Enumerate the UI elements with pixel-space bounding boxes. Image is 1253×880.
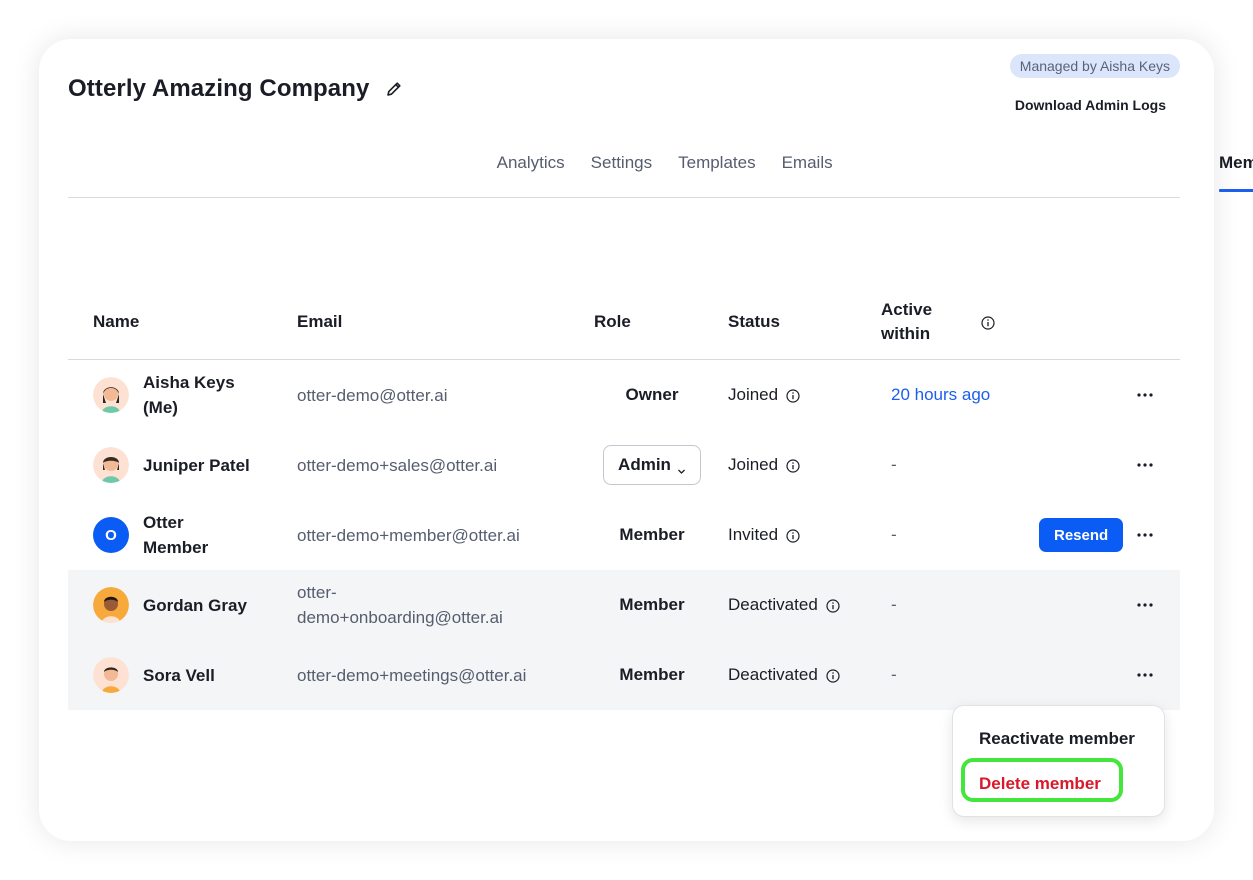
managed-by-badge: Managed by Aisha Keys: [1009, 54, 1180, 78]
member-name-line1: Otter: [143, 513, 184, 532]
member-status: Joined: [728, 360, 800, 430]
avatar: [93, 377, 129, 413]
column-role: Role: [594, 312, 631, 331]
member-name-line2: (Me): [143, 398, 178, 417]
member-status: Deactivated: [728, 640, 840, 710]
info-icon[interactable]: [826, 668, 840, 683]
tab-emails[interactable]: Emails: [782, 153, 833, 192]
reactivate-member-menu-item[interactable]: Reactivate member: [979, 729, 1135, 749]
member-name: Otter Member: [143, 500, 273, 570]
member-email: otter-demo+member@otter.ai: [297, 525, 520, 545]
member-role: Member: [619, 595, 685, 614]
tab-settings[interactable]: Settings: [591, 153, 652, 192]
avatar: O: [93, 517, 129, 553]
more-horizontal-icon[interactable]: [1135, 455, 1155, 475]
member-context-menu: Reactivate member Delete member: [952, 705, 1165, 817]
member-status-text: Joined: [728, 385, 779, 404]
member-status-text: Joined: [728, 455, 779, 474]
member-role: Member: [619, 525, 685, 544]
resend-invite-button[interactable]: Resend: [1039, 518, 1124, 552]
column-active-within: Active within: [881, 298, 932, 346]
pencil-icon[interactable]: [385, 80, 403, 98]
member-status-text: Deactivated: [728, 595, 818, 614]
tab-bar: Members Analytics Settings Templates Ema…: [396, 153, 1253, 192]
column-email: Email: [297, 312, 343, 331]
member-status: Invited: [728, 500, 800, 570]
tabs-divider: [68, 197, 1180, 198]
member-email: otter-demo+meetings@otter.ai: [297, 665, 527, 685]
member-name: Juniper Patel: [143, 455, 250, 475]
member-email: otter-demo+sales@otter.ai: [297, 455, 498, 475]
tab-templates[interactable]: Templates: [678, 153, 755, 192]
table-row: Aisha Keys (Me) otter-demo@otter.ai Owner…: [68, 360, 1180, 430]
more-horizontal-icon[interactable]: [1135, 665, 1155, 685]
member-name: Gordan Gray: [143, 595, 247, 615]
member-status: Joined: [728, 430, 800, 500]
member-email-line1: otter-: [297, 583, 337, 602]
member-email: otter-demo@otter.ai: [297, 385, 448, 405]
more-horizontal-icon[interactable]: [1135, 595, 1155, 615]
member-role: Admin: [575, 430, 729, 500]
tab-members[interactable]: Members: [1219, 153, 1253, 192]
table-row: Juniper Patel otter-demo+sales@otter.ai …: [68, 430, 1180, 500]
member-active-within[interactable]: 20 hours ago: [891, 360, 990, 430]
info-icon[interactable]: [826, 598, 840, 613]
role-select[interactable]: Admin: [603, 445, 701, 485]
company-title: Otterly Amazing Company: [68, 75, 370, 102]
column-active-within-line2: within: [881, 324, 931, 343]
member-status-text: Deactivated: [728, 665, 818, 684]
info-icon[interactable]: [786, 458, 800, 473]
admin-card: Otterly Amazing Company Managed by Aisha…: [39, 39, 1253, 841]
member-name-line2: Member: [143, 538, 209, 557]
member-active-within: -: [891, 525, 897, 544]
member-status-text: Invited: [728, 525, 779, 544]
member-email-line2: demo+onboarding@otter.ai: [297, 608, 503, 627]
avatar: [93, 657, 129, 693]
member-name-line1: Aisha Keys: [143, 373, 235, 392]
column-active-within-line1: Active: [881, 300, 933, 319]
title-row: Otterly Amazing Company: [68, 75, 403, 103]
avatar: [93, 447, 129, 483]
member-email: otter-demo+onboarding@otter.ai: [297, 570, 567, 640]
table-row: Gordan Gray otter-demo+onboarding@otter.…: [68, 570, 1180, 640]
info-icon[interactable]: [786, 528, 800, 543]
table-row: Sora Vell otter-demo+meetings@otter.ai M…: [68, 640, 1180, 710]
member-active-within: -: [891, 665, 897, 684]
more-horizontal-icon[interactable]: [1135, 385, 1155, 405]
chevron-down-icon: [677, 461, 686, 474]
more-horizontal-icon[interactable]: [1135, 525, 1155, 545]
member-role: Member: [619, 665, 685, 684]
info-icon[interactable]: [786, 388, 800, 403]
info-icon[interactable]: [981, 316, 995, 330]
download-admin-logs-link[interactable]: Download Admin Logs: [1015, 97, 1166, 113]
tab-analytics[interactable]: Analytics: [497, 153, 565, 192]
members-table-header: Name Email Role Status Active within: [68, 294, 1180, 360]
member-name: Sora Vell: [143, 665, 215, 685]
member-status: Deactivated: [728, 570, 840, 640]
avatar: [93, 587, 129, 623]
column-status: Status: [728, 312, 780, 331]
member-role: Owner: [625, 385, 679, 404]
member-active-within: -: [891, 455, 897, 474]
table-row: O Otter Member otter-demo+member@otter.ai…: [68, 500, 1180, 570]
delete-member-menu-item[interactable]: Delete member: [979, 774, 1101, 794]
member-active-within: -: [891, 595, 897, 614]
column-name: Name: [93, 312, 140, 331]
member-name: Aisha Keys (Me): [143, 360, 273, 430]
role-select-value: Admin: [618, 455, 671, 474]
